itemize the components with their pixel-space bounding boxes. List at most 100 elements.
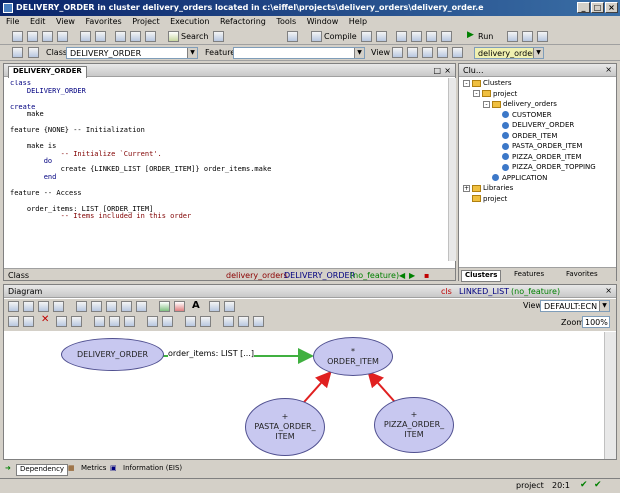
target-combo[interactable]: delivery_orders ▼ — [474, 47, 544, 59]
grid-icon[interactable] — [136, 301, 147, 312]
menu-project[interactable]: Project — [132, 17, 159, 26]
contract-view-icon[interactable] — [422, 47, 433, 58]
editor-status-cluster[interactable]: delivery_orders — [226, 271, 288, 280]
color-icon[interactable] — [56, 316, 67, 327]
cluster-icon[interactable] — [23, 301, 34, 312]
search-icon[interactable] — [223, 316, 234, 327]
tree-item[interactable]: - project — [463, 90, 613, 101]
supplier-icon[interactable] — [185, 316, 196, 327]
open-icon[interactable] — [27, 31, 38, 42]
stop-icon[interactable] — [426, 31, 437, 42]
menu-execution[interactable]: Execution — [170, 17, 209, 26]
client-relation-label[interactable]: order_items: LIST [...] — [168, 349, 255, 358]
client-link-icon[interactable] — [174, 301, 185, 312]
anchor-icon[interactable] — [71, 316, 82, 327]
compile-label[interactable]: Compile — [324, 32, 357, 41]
diagram-view-combo[interactable]: DEFAULT:ECN ▼ — [540, 300, 610, 312]
tree-item[interactable]: PIZZA_ORDER_ITEM — [463, 153, 613, 164]
find-icon[interactable] — [213, 31, 224, 42]
tree-item[interactable]: + Libraries — [463, 184, 613, 195]
minimize-button[interactable]: _ — [577, 2, 590, 13]
labels-icon[interactable] — [200, 316, 211, 327]
class-node-pizza-order-item[interactable]: + PIZZA_ORDER_ ITEM — [374, 397, 454, 453]
class-combo[interactable]: DELIVERY_ORDER ▼ — [66, 47, 198, 59]
tree-item[interactable]: CUSTOMER — [463, 111, 613, 122]
step-out-icon[interactable] — [537, 31, 548, 42]
fit-window-icon[interactable] — [238, 316, 249, 327]
chevron-down-icon[interactable]: ▼ — [354, 48, 364, 58]
tab-dependency[interactable]: Dependency — [16, 464, 69, 476]
zoom-out-icon[interactable] — [91, 301, 102, 312]
class-node-delivery-order[interactable]: DELIVERY_ORDER — [61, 338, 164, 371]
chevron-down-icon[interactable]: ▼ — [599, 301, 609, 311]
search-label[interactable]: Search — [181, 32, 208, 41]
run-icon[interactable]: ▶ — [467, 30, 474, 40]
class-node-pasta-order-item[interactable]: + PASTA_ORDER_ ITEM — [245, 398, 325, 456]
new-cluster-icon[interactable] — [23, 316, 34, 327]
fit-icon[interactable] — [106, 301, 117, 312]
freeze-icon[interactable] — [376, 31, 387, 42]
close-button[interactable]: × — [605, 2, 618, 13]
run-label[interactable]: Run — [478, 32, 493, 41]
undo-icon[interactable] — [80, 31, 91, 42]
close-icon[interactable]: × — [605, 286, 612, 295]
maximize-button[interactable]: □ — [591, 2, 604, 13]
tree-item[interactable]: APPLICATION — [463, 174, 613, 185]
inheritance-link-icon[interactable] — [159, 301, 170, 312]
text-view-icon[interactable] — [392, 47, 403, 58]
inherit-icon[interactable] — [53, 301, 64, 312]
select-icon[interactable] — [8, 301, 19, 312]
diagram-scrollbar[interactable] — [604, 332, 616, 459]
back-icon[interactable] — [12, 47, 23, 58]
clusters-icon[interactable] — [287, 31, 298, 42]
fill-icon[interactable] — [162, 316, 173, 327]
tree-item[interactable]: - Clusters — [463, 79, 613, 90]
tree-item[interactable]: PASTA_ORDER_ITEM — [463, 142, 613, 153]
link-icon[interactable] — [38, 301, 49, 312]
feature-combo[interactable]: ▼ — [233, 47, 365, 59]
tree-item[interactable]: - delivery_orders — [463, 100, 613, 111]
options-icon[interactable] — [441, 31, 452, 42]
chevron-down-icon[interactable]: ▼ — [187, 48, 197, 58]
zoom-icon[interactable] — [253, 316, 264, 327]
compile-icon[interactable] — [311, 31, 322, 42]
layout-icon[interactable] — [121, 301, 132, 312]
zoom-in-icon[interactable] — [76, 301, 87, 312]
close-icon[interactable]: × — [605, 65, 612, 74]
tab-metrics[interactable]: Metrics — [79, 464, 108, 476]
tab-clusters[interactable]: Clusters — [461, 270, 502, 282]
tab-features[interactable]: Features — [511, 270, 547, 282]
menu-tools[interactable]: Tools — [276, 17, 296, 26]
tab-delivery-order[interactable]: DELIVERY_ORDER — [8, 66, 87, 78]
step-over-icon[interactable] — [522, 31, 533, 42]
ancestors-view-icon[interactable] — [452, 47, 463, 58]
zoom-combo[interactable]: 100% — [582, 316, 610, 328]
redo-icon[interactable] — [95, 31, 106, 42]
menu-edit[interactable]: Edit — [30, 17, 46, 26]
redo-icon[interactable] — [224, 301, 235, 312]
editor-status-feature[interactable]: (no_feature) — [350, 271, 399, 280]
menu-favorites[interactable]: Favorites — [86, 17, 122, 26]
menu-view[interactable]: View — [56, 17, 75, 26]
new-class-icon[interactable] — [8, 316, 19, 327]
info-icon[interactable] — [361, 31, 372, 42]
maximize-icon[interactable]: □ — [433, 66, 441, 75]
step-into-icon[interactable] — [507, 31, 518, 42]
menu-refactoring[interactable]: Refactoring — [220, 17, 266, 26]
save-icon[interactable] — [42, 31, 53, 42]
export-icon[interactable] — [94, 316, 105, 327]
expander-icon[interactable]: - — [473, 90, 480, 97]
diagram-canvas[interactable]: order_items: LIST [...] DELIVERY_ORDER *… — [5, 332, 603, 459]
forward-icon[interactable]: ▶ — [409, 271, 415, 280]
editor-status-classname[interactable]: DELIVERY_ORDER — [284, 271, 355, 280]
editor-scrollbar[interactable] — [448, 78, 456, 261]
close-icon[interactable]: × — [444, 66, 451, 75]
toggle-uml-icon[interactable] — [147, 316, 158, 327]
focus-icon[interactable]: ▪ — [424, 271, 429, 280]
diagram-status-feature[interactable]: (no_feature) — [511, 287, 560, 296]
flat-view-icon[interactable] — [407, 47, 418, 58]
expander-icon[interactable]: + — [463, 184, 470, 192]
text-icon[interactable]: A — [192, 300, 200, 311]
menu-help[interactable]: Help — [349, 17, 367, 26]
tree-item[interactable]: project — [463, 195, 613, 206]
